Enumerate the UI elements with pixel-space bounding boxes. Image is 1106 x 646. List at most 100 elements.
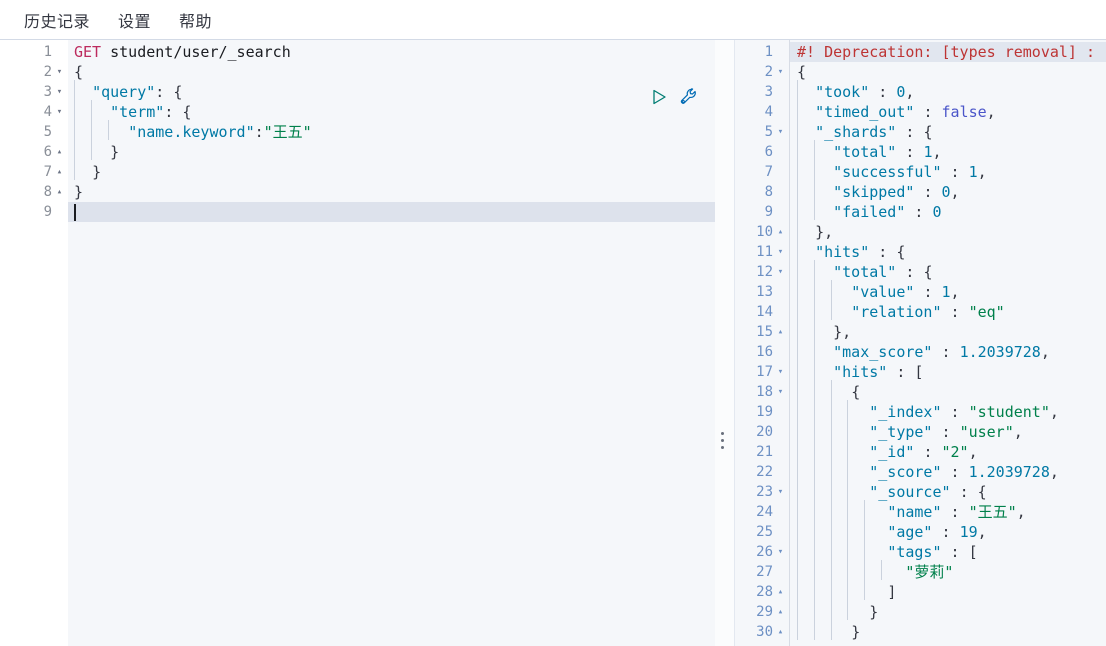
code-line: }: [869, 603, 879, 621]
fold-collapse-icon[interactable]: ▾: [775, 362, 786, 382]
wrench-icon: [680, 88, 696, 104]
indent-guide: [813, 140, 815, 220]
code-line: {: [851, 383, 861, 401]
indent-guide: [847, 400, 849, 620]
editor-actions: [648, 86, 700, 108]
line-number: 10 ▴: [735, 222, 789, 242]
menu-item-history[interactable]: 历史记录: [14, 6, 100, 34]
code-line: }: [74, 183, 84, 201]
indent-guide: [797, 80, 798, 640]
line-number: 25: [756, 524, 773, 540]
indent-guide: [90, 100, 92, 160]
fold-collapse-icon[interactable]: ▾: [775, 262, 786, 282]
run-request-button[interactable]: [648, 86, 670, 108]
line-number: 11 ▾: [735, 242, 789, 262]
response-editor[interactable]: 1 2 ▾ 3 4 5 ▾ 6 7 8 9 10 ▴ 11 ▾ 12 ▾ 13 14 15 ▴ 16 17 ▾ 18 ▾ 19 20 2…: [735, 40, 1106, 646]
top-menu-bar: 历史记录 设置 帮助: [0, 0, 1106, 40]
code-line: "total" : {: [833, 263, 933, 281]
request-editor[interactable]: 1 2 ▾ 3 ▾ 4 ▾ 5 6 ▴ 7 ▴ 8 ▴ 9 GET student/user/_search…: [0, 40, 735, 646]
fold-collapse-icon[interactable]: ▾: [54, 62, 65, 82]
fold-collapse-icon[interactable]: ▾: [54, 102, 65, 122]
play-icon: [653, 89, 666, 105]
request-code-area[interactable]: GET student/user/_search { "query": { "te…: [68, 40, 715, 646]
fold-expand-icon[interactable]: ▴: [775, 222, 786, 242]
line-number: 2 ▾: [0, 62, 68, 82]
request-gutter[interactable]: 1 2 ▾ 3 ▾ 4 ▾ 5 6 ▴ 7 ▴ 8 ▴ 9: [0, 40, 68, 646]
response-code-area[interactable]: #! Deprecation: [types removal] : { "took…: [791, 40, 1106, 646]
fold-collapse-icon[interactable]: ▾: [775, 242, 786, 262]
grip-dot: [721, 432, 724, 435]
line-number: 8 ▴: [0, 182, 68, 202]
code-line: "name" : "王五",: [887, 503, 1026, 521]
fold-expand-icon[interactable]: ▴: [54, 142, 65, 162]
code-line: "_source" : {: [869, 483, 987, 501]
code-line: "hits" : {: [815, 243, 906, 261]
response-gutter[interactable]: 1 2 ▾ 3 4 5 ▾ 6 7 8 9 10 ▴ 11 ▾ 12 ▾ 13 14 15 ▴ 16 17 ▾ 18 ▾ 19 20 2…: [735, 40, 790, 646]
line-number: 27: [756, 564, 773, 580]
fold-expand-icon[interactable]: ▴: [54, 182, 65, 202]
fold-collapse-icon[interactable]: ▾: [775, 542, 786, 562]
code-line: "skipped" : 0,: [833, 183, 960, 201]
request-options-button[interactable]: [678, 86, 700, 108]
line-number: 29 ▴: [735, 602, 789, 622]
line-number: 3 ▾: [0, 82, 68, 102]
line-number: 9: [764, 204, 773, 220]
fold-collapse-icon[interactable]: ▾: [54, 82, 65, 102]
code-line: "_index" : "student",: [869, 403, 1059, 421]
menu-item-help[interactable]: 帮助: [169, 6, 222, 34]
code-line: GET student/user/_search: [74, 43, 291, 61]
code-line: ]: [887, 583, 897, 601]
code-line: "value" : 1,: [851, 283, 960, 301]
code-line: "萝莉": [905, 563, 954, 581]
code-line: }: [851, 623, 861, 641]
line-number: 6 ▴: [0, 142, 68, 162]
line-number: 2 ▾: [735, 62, 789, 82]
code-line: "max_score" : 1.2039728,: [833, 343, 1050, 361]
code-line: },: [833, 323, 852, 341]
line-number: 5 ▾: [735, 122, 789, 142]
code-line: }: [92, 163, 102, 181]
line-number: 12 ▾: [735, 262, 789, 282]
fold-collapse-icon[interactable]: ▾: [775, 482, 786, 502]
code-line: {: [74, 63, 84, 81]
fold-collapse-icon[interactable]: ▾: [775, 382, 786, 402]
line-number: 19: [756, 404, 773, 420]
indent-guide: [830, 380, 832, 640]
code-line: "total" : 1,: [833, 143, 942, 161]
console-container: 1 2 ▾ 3 ▾ 4 ▾ 5 6 ▴ 7 ▴ 8 ▴ 9 GET student/user/_search…: [0, 40, 1106, 646]
fold-expand-icon[interactable]: ▴: [775, 622, 786, 642]
fold-expand-icon[interactable]: ▴: [54, 162, 65, 182]
code-line: }: [110, 143, 120, 161]
line-number: 9: [43, 204, 52, 220]
fold-expand-icon[interactable]: ▴: [775, 322, 786, 342]
line-number: 14: [756, 304, 773, 320]
menu-item-settings[interactable]: 设置: [108, 6, 161, 34]
line-number: 4 ▾: [0, 102, 68, 122]
line-number: 1: [43, 44, 52, 60]
line-number: 16: [756, 344, 773, 360]
line-number: 28 ▴: [735, 582, 789, 602]
line-number: 13: [756, 284, 773, 300]
indent-guide: [830, 280, 832, 320]
fold-collapse-icon[interactable]: ▾: [775, 62, 786, 82]
panel-resize-handle[interactable]: [715, 40, 735, 646]
line-number: 21: [756, 444, 773, 460]
resize-grip-dots: [721, 432, 724, 449]
line-number: 22: [756, 464, 773, 480]
code-line: "failed" : 0: [833, 203, 942, 221]
fold-expand-icon[interactable]: ▴: [775, 582, 786, 602]
fold-expand-icon[interactable]: ▴: [775, 602, 786, 622]
fold-collapse-icon[interactable]: ▾: [775, 122, 786, 142]
code-line: "_id" : "2",: [869, 443, 978, 461]
code-line: "relation" : "eq": [851, 303, 1005, 321]
code-line: {: [797, 63, 807, 81]
line-number: 20: [756, 424, 773, 440]
grip-dot: [721, 446, 724, 449]
indent-guide: [107, 120, 109, 140]
code-line: #! Deprecation: [types removal] :: [797, 43, 1096, 61]
code-line: "_score" : 1.2039728,: [869, 463, 1059, 481]
code-line: "name.keyword":"王五": [128, 123, 312, 141]
code-line: "tags" : [: [887, 543, 978, 561]
text-caret: [74, 204, 76, 221]
line-number: 15 ▴: [735, 322, 789, 342]
